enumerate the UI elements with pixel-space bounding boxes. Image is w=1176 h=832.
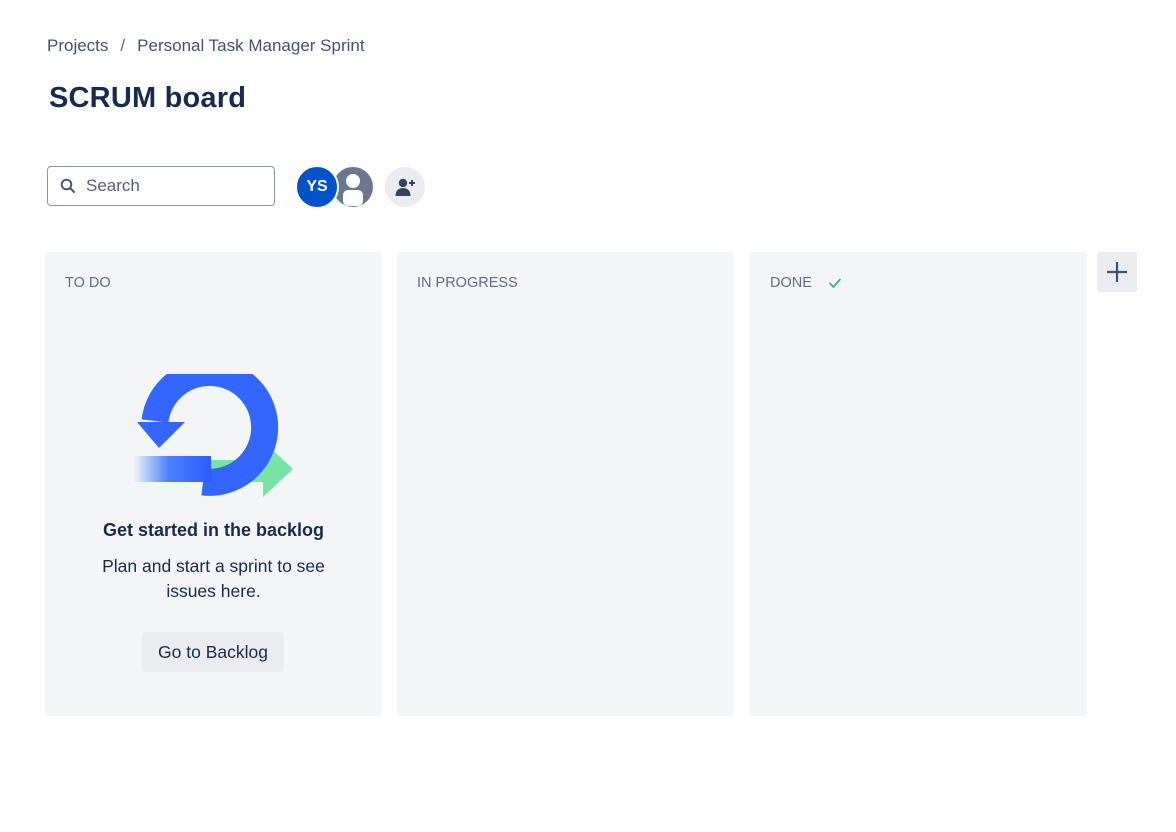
plus-icon — [1107, 262, 1127, 282]
breadcrumb-project-name[interactable]: Personal Task Manager Sprint — [137, 36, 364, 56]
breadcrumb-separator: / — [120, 36, 126, 55]
column-in-progress: IN PROGRESS — [397, 252, 734, 716]
add-people-button[interactable] — [383, 165, 427, 209]
column-done: DONE — [750, 252, 1087, 716]
breadcrumb-projects[interactable]: Projects — [47, 36, 108, 56]
search-box[interactable] — [47, 166, 275, 206]
column-header-todo: TO DO — [65, 275, 111, 291]
add-column-button[interactable] — [1097, 252, 1137, 292]
page-title: SCRUM board — [49, 82, 247, 114]
column-title: TO DO — [65, 275, 111, 291]
empty-state-description: Plan and start a sprint to see issues he… — [102, 556, 325, 601]
empty-state-title: Get started in the backlog — [102, 520, 325, 540]
column-title: DONE — [770, 275, 812, 291]
avatar-ys[interactable]: YS — [295, 165, 339, 209]
check-icon — [828, 277, 842, 289]
breadcrumb: Projects / Personal Task Manager Sprint — [47, 36, 365, 56]
default-user-icon — [343, 174, 363, 206]
avatar-initials: YS — [306, 178, 328, 195]
column-header-done: DONE — [770, 275, 842, 291]
column-header-in-progress: IN PROGRESS — [417, 275, 518, 291]
add-user-icon — [395, 178, 415, 196]
go-to-backlog-button[interactable]: Go to Backlog — [142, 632, 284, 672]
column-todo: TO DO Get started in the backlog Plan an… — [45, 252, 382, 716]
search-icon — [60, 178, 75, 193]
backlog-illustration — [133, 374, 293, 497]
search-input[interactable] — [84, 175, 258, 197]
column-title: IN PROGRESS — [417, 275, 518, 291]
